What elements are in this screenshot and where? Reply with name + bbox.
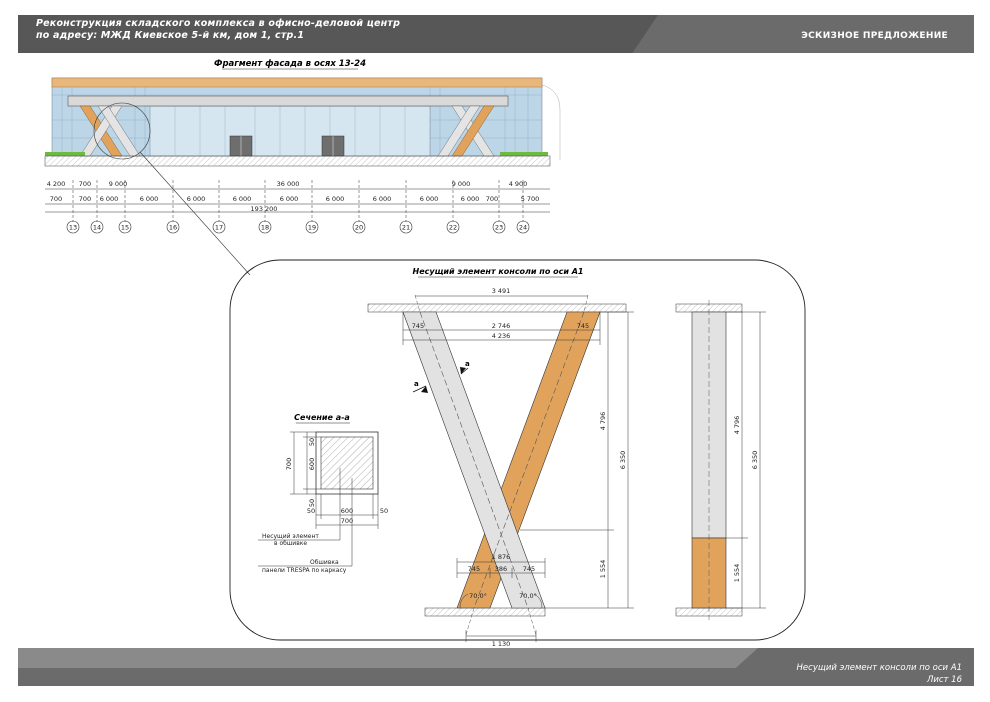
- svg-text:18: 18: [261, 224, 269, 232]
- dim-facade-r1-0: 4 200: [47, 180, 66, 188]
- axis-20: 20: [352, 220, 366, 234]
- axis-23: 23: [492, 220, 506, 234]
- dim-bottom-left: 745: [468, 565, 480, 573]
- bottom-slab: [424, 607, 546, 617]
- facade-title: Фрагмент фасада в осях 13-24: [214, 59, 366, 69]
- dim-bottom-upper: 1 876: [492, 553, 511, 561]
- axis-19: 19: [305, 220, 319, 234]
- svg-text:22: 22: [449, 224, 457, 232]
- dim-top-mid: 2 746: [492, 322, 511, 330]
- label-cladding-2: панели TRESPA по каркасу: [262, 567, 347, 574]
- dim-facade-r2-3: 6 000: [140, 195, 159, 203]
- svg-text:19: 19: [308, 224, 316, 232]
- dim-facade-r2-2: 6 000: [100, 195, 119, 203]
- dim-facade-r2-7: 6 000: [326, 195, 345, 203]
- angle-left: 70,0°: [469, 592, 487, 600]
- svg-text:21: 21: [402, 224, 410, 232]
- axis-24: 24: [516, 220, 530, 234]
- svg-text:24: 24: [519, 224, 527, 232]
- sec-dim-v-inner: 600: [308, 458, 316, 470]
- axis-17: 17: [212, 220, 226, 234]
- dim-facade-r2-1: 700: [79, 195, 91, 203]
- dim-facade-r1-3: 36 000: [277, 180, 300, 188]
- axis-15: 15: [118, 220, 132, 234]
- dim-height-total: 6 350: [619, 451, 627, 470]
- sec-dim-h-right: 50: [380, 507, 388, 515]
- dim-facade-r2-6: 6 000: [280, 195, 299, 203]
- dim-facade-r2-5: 6 000: [233, 195, 252, 203]
- sec-dim-v-top: 50: [308, 438, 316, 446]
- axis-markers: 13 14 15 16 17 18 19 20 21 22 23 24: [66, 220, 530, 234]
- svg-text:16: 16: [169, 224, 177, 232]
- drawing-canvas: Фрагмент фасада в осях 13-24 4 200 700 9…: [44, 59, 806, 648]
- axis-21: 21: [399, 220, 413, 234]
- axis-22: 22: [446, 220, 460, 234]
- dim-height-lower: 1 554: [599, 560, 607, 579]
- dim-top-right: 745: [577, 322, 589, 330]
- detail-title: Несущий элемент консоли по оси А1: [413, 267, 584, 276]
- axis-18: 18: [258, 220, 272, 234]
- label-cladding: Обшивка: [310, 559, 339, 566]
- side-dim-lower: 1 554: [733, 564, 741, 583]
- side-dim-total: 6 350: [751, 451, 759, 470]
- dim-facade-r2-0: 700: [50, 195, 62, 203]
- svg-text:13: 13: [69, 224, 77, 232]
- dim-facade-r2-12: 5 700: [521, 195, 540, 203]
- dim-facade-r1-1: 700: [79, 180, 91, 188]
- dim-bottom-width: 1 130: [492, 640, 511, 648]
- axis-14: 14: [90, 220, 104, 234]
- dim-facade-r1-2: 9 000: [109, 180, 128, 188]
- facade-elevation: [44, 77, 561, 167]
- dim-facade-r1-4: 9 000: [452, 180, 471, 188]
- svg-text:17: 17: [215, 224, 223, 232]
- side-dim-upper: 4 796: [733, 416, 741, 435]
- dim-bottom-mid: 386: [495, 565, 507, 573]
- axis-16: 16: [166, 220, 180, 234]
- dim-height-upper: 4 796: [599, 412, 607, 431]
- label-bearing-element: Несущий элемент: [262, 533, 319, 540]
- dim-top-width: 3 491: [492, 287, 511, 295]
- axis-13: 13: [66, 220, 80, 234]
- dim-facade-total: 193 200: [251, 205, 278, 213]
- dim-bottom-right: 745: [523, 565, 535, 573]
- label-bearing-element-2: в обшивке: [274, 540, 307, 547]
- top-slab: [367, 303, 627, 313]
- sec-dim-h-inner: 600: [341, 507, 353, 515]
- dim-facade-r2-10: 6 000: [461, 195, 480, 203]
- section-mark-left: а: [414, 380, 419, 388]
- sec-dim-h-left: 50: [307, 507, 315, 515]
- section-drawing: [315, 431, 379, 495]
- svg-text:14: 14: [93, 224, 101, 232]
- dim-facade-r2-9: 6 000: [420, 195, 439, 203]
- svg-text:23: 23: [495, 224, 503, 232]
- console-element-front: [402, 294, 601, 636]
- dim-facade-r1-5: 4 900: [509, 180, 528, 188]
- sec-dim-v-bottom: 50: [308, 499, 316, 507]
- sec-dim-v-total: 700: [285, 458, 293, 470]
- dim-top-left: 745: [412, 322, 424, 330]
- svg-text:15: 15: [121, 224, 129, 232]
- section-title: Сечение а-а: [294, 413, 350, 422]
- dim-facade-r2-11: 700: [486, 195, 498, 203]
- angle-right: 70,0°: [519, 592, 537, 600]
- dim-facade-r2-4: 6 000: [187, 195, 206, 203]
- sec-dim-h-total: 700: [341, 517, 353, 525]
- svg-text:20: 20: [355, 224, 363, 232]
- dim-top-overall: 4 236: [492, 332, 511, 340]
- dim-facade-r2-8: 6 000: [373, 195, 392, 203]
- section-mark-right: а: [465, 360, 470, 368]
